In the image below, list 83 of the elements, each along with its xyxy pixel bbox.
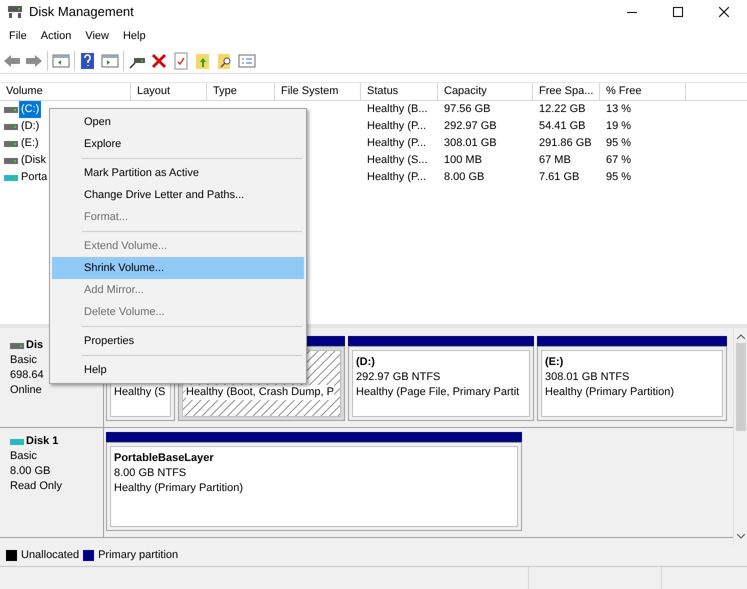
checklist-icon[interactable] (172, 52, 190, 70)
table-cell[interactable]: (D:) (19, 118, 42, 135)
table-cell: 54.41 GB (539, 120, 586, 132)
disk-state: Online (10, 383, 43, 398)
list-view-icon[interactable] (238, 52, 256, 70)
partition-name: PortableBaseLayer (114, 451, 214, 466)
table-cell: 95 % (606, 137, 632, 150)
disk-size: 8.00 GB (10, 464, 50, 479)
column-header[interactable]: Type (207, 83, 275, 100)
partition-status: Healthy (S (114, 385, 166, 400)
delete-icon[interactable] (150, 52, 168, 70)
column-header[interactable]: Capacity (438, 83, 533, 100)
table-cell: Healthy (B... (367, 103, 428, 116)
disk-type: Basic (10, 449, 38, 464)
table-cell: 292.97 GB (444, 120, 497, 132)
table-cell: Healthy (S... (367, 154, 428, 166)
table-cell: Healthy (P... (367, 171, 426, 184)
disk-size: 698.64 (10, 368, 44, 383)
help-icon[interactable] (79, 52, 97, 70)
column-header[interactable]: Layout (131, 83, 207, 100)
partition-block[interactable]: (E:) 308.01 GB NTFS Healthy (Primary Partition) (537, 346, 727, 421)
legend-label: Primary partition (98, 548, 178, 564)
table-cell: 8.00 GB (444, 171, 484, 184)
column-header[interactable]: % Free (600, 83, 686, 100)
disk-name: Dis (26, 338, 44, 353)
pane-icon[interactable] (101, 52, 119, 70)
table-cell: 67 % (606, 154, 632, 166)
menu-item[interactable]: Action (34, 26, 78, 46)
partition-name: (E:) (545, 355, 564, 370)
table-cell: 12.22 GB (539, 103, 586, 116)
legend-label: Unallocated (21, 548, 80, 564)
menu-item[interactable]: Properties (52, 330, 304, 352)
table-cell: 97.56 GB (444, 103, 490, 116)
window-title: Disk Management (29, 3, 134, 22)
disk-state: Read Only (10, 479, 63, 494)
table-cell: 67 MB (539, 154, 571, 166)
maximize-icon (673, 7, 683, 17)
menu-item[interactable]: Mark Partition as Active (52, 162, 304, 184)
column-header[interactable]: Free Spa... (533, 83, 600, 100)
partition-status: Healthy (Primary Partition) (114, 481, 243, 496)
menu-item[interactable]: Help (52, 359, 304, 381)
menu-item[interactable]: View (78, 26, 116, 46)
menu-item[interactable]: Open (52, 111, 304, 133)
table-cell[interactable]: (E:) (19, 135, 41, 152)
partition-block[interactable]: (D:) 292.97 GB NTFS Healthy (Page File, Primary Partit (348, 346, 534, 421)
table-cell[interactable]: (C:) (19, 101, 42, 118)
table-cell: 100 MB (444, 154, 482, 166)
table-cell[interactable]: Porta (19, 169, 50, 186)
menu-item[interactable]: Explore (52, 133, 304, 155)
disk-app-icon (7, 5, 23, 19)
table-cell: Healthy (P... (367, 137, 426, 150)
menu-item[interactable]: Help (116, 26, 153, 46)
table-cell: 19 % (606, 120, 632, 132)
column-header[interactable]: Volume (0, 83, 131, 100)
column-header[interactable]: File System (275, 83, 361, 100)
close-icon (719, 7, 729, 17)
table-cell: 7.61 GB (539, 171, 580, 184)
table-cell: Healthy (P... (367, 120, 426, 132)
scroll-up-icon[interactable] (736, 334, 744, 339)
table-cell: 308.01 GB (444, 137, 497, 150)
menu-item[interactable]: File (2, 26, 34, 46)
disk-label-panel[interactable]: Disk 1 Basic 8.00 GB Read Only (0, 428, 104, 537)
partition-size: 8.00 GB NTFS (114, 466, 186, 481)
folder-up-icon[interactable] (194, 52, 212, 70)
table-cell: 13 % (606, 103, 632, 116)
partition-block[interactable]: PortableBaseLayer 8.00 GB NTFS Healthy (Primary Partition) (106, 442, 522, 531)
table-cell: 95 % (606, 171, 632, 184)
scroll-down-icon[interactable] (736, 534, 744, 539)
partition-size: 308.01 GB NTFS (545, 370, 630, 385)
pane-icon[interactable] (52, 52, 70, 70)
partition-size: 292.97 GB NTFS (356, 370, 440, 385)
partition-status: Healthy (Boot, Crash Dump, P (186, 385, 334, 400)
table-cell[interactable]: (Disk (19, 152, 48, 169)
menu-item[interactable]: Shrink Volume... (52, 257, 304, 279)
disk-name: Disk 1 (26, 434, 58, 449)
partition-name: (D:) (356, 355, 375, 370)
menu-item[interactable]: Change Drive Letter and Paths... (52, 184, 304, 206)
partition-status: Healthy (Primary Partition) (545, 385, 674, 400)
scrollbar[interactable] (733, 328, 747, 545)
disk-type: Basic (10, 353, 38, 368)
partition-status: Healthy (Page File, Primary Partit (356, 385, 520, 400)
column-header[interactable]: Status (361, 83, 438, 100)
table-cell: 291.86 GB (539, 137, 592, 150)
